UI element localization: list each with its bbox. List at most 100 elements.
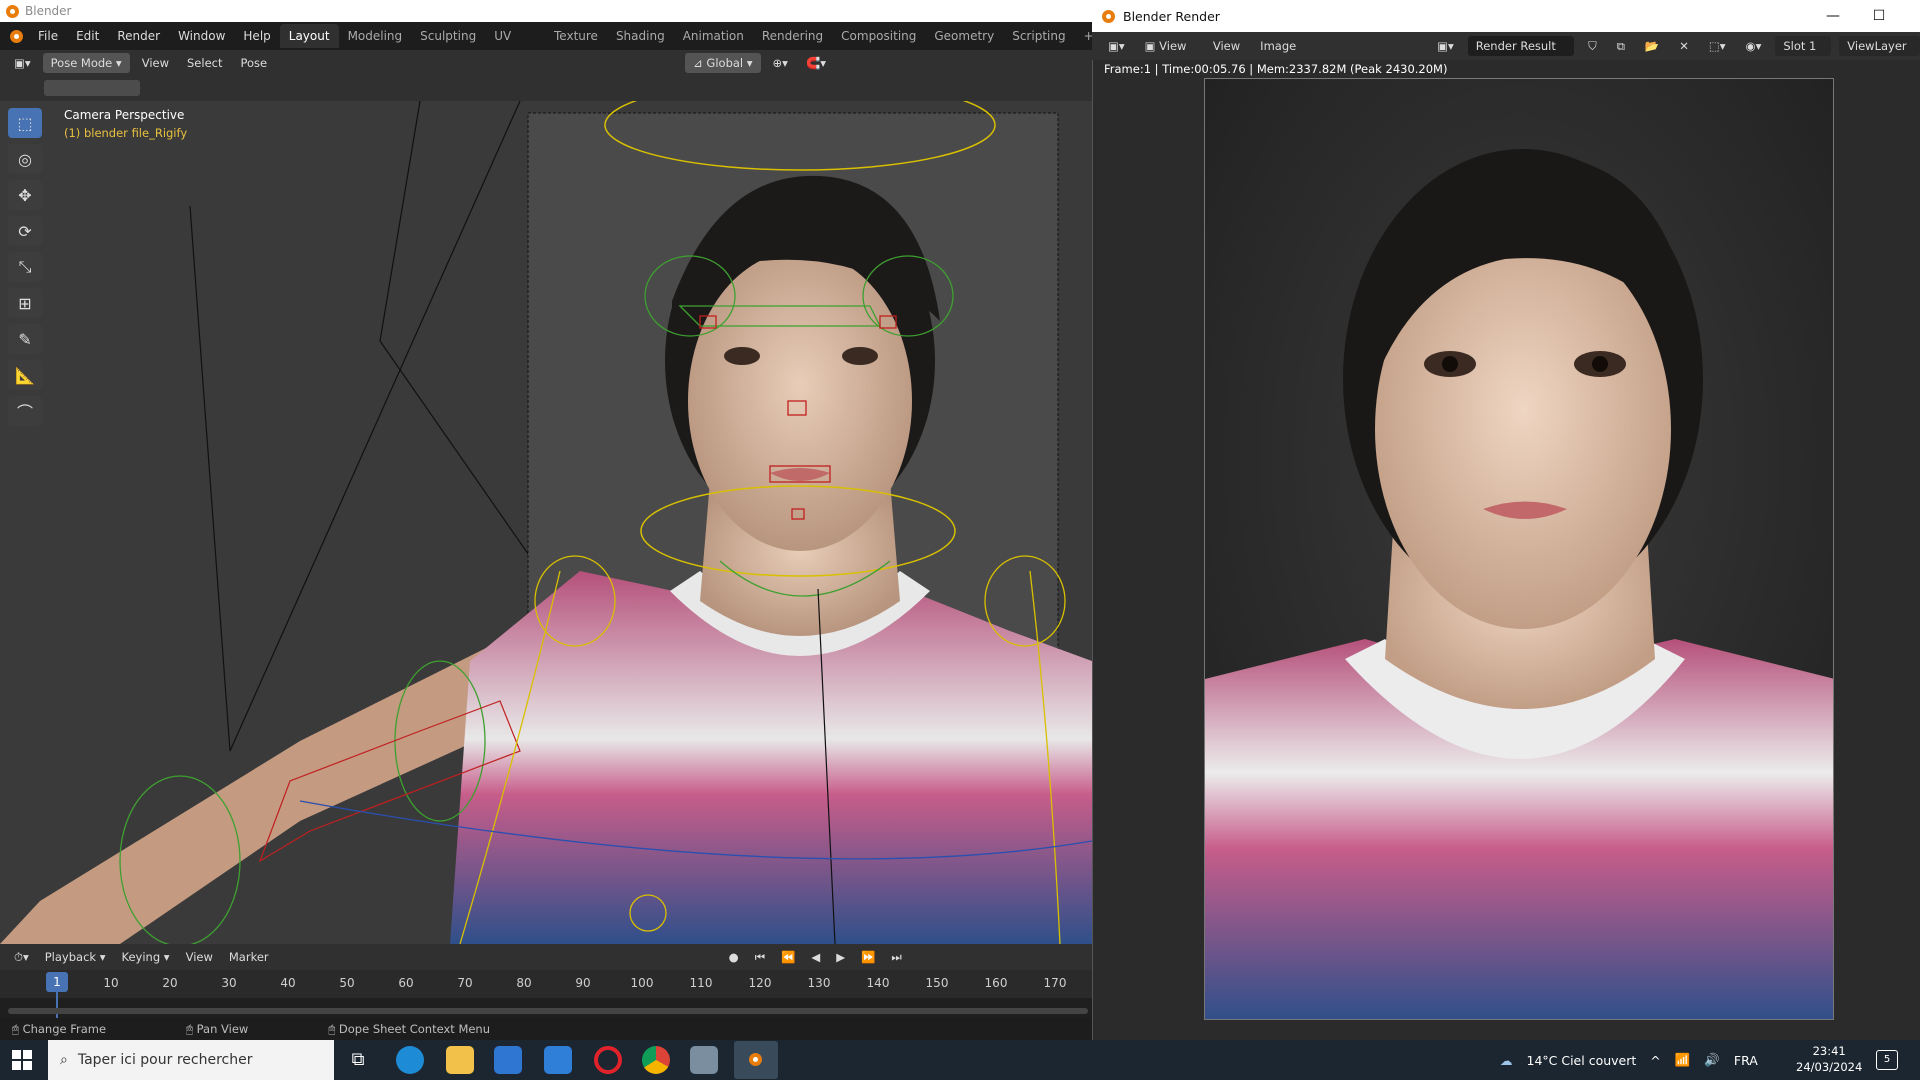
menu-timeline-view[interactable]: View: [180, 947, 219, 967]
viewport-title: Camera Perspective: [64, 108, 185, 122]
view-layer-dropdown[interactable]: ViewLayer ▾: [1839, 36, 1920, 73]
tab-animation[interactable]: Animation: [674, 24, 753, 48]
menu-playback[interactable]: Playback ▾: [39, 947, 112, 967]
menu-edit[interactable]: Edit: [67, 25, 108, 47]
tab-sculpting[interactable]: Sculpting: [411, 24, 485, 48]
select-box-icon[interactable]: ⬚: [8, 108, 42, 138]
pivot-icon[interactable]: ⊕▾: [767, 53, 794, 73]
3d-viewport[interactable]: [0, 101, 1092, 944]
tab-uv-editing[interactable]: UV Editing: [485, 24, 545, 67]
tab-rendering[interactable]: Rendering: [753, 24, 832, 48]
blender-logo-icon: [6, 4, 19, 18]
tab-geometry-nodes[interactable]: Geometry Nodes: [925, 24, 1003, 67]
play-reverse-icon[interactable]: ◀: [805, 947, 826, 967]
menu-view[interactable]: View: [136, 53, 175, 73]
menu-marker[interactable]: Marker: [223, 947, 275, 967]
view-mode-dropdown[interactable]: ▣ View ▾: [1139, 36, 1199, 73]
menu-help[interactable]: Help: [234, 25, 279, 47]
search-placeholder: Taper ici pour rechercher: [77, 1052, 253, 1068]
maximize-icon[interactable]: ☐: [1856, 0, 1902, 32]
tray-expand-icon[interactable]: ^: [1650, 1053, 1660, 1068]
new-image-icon[interactable]: ⧉: [1611, 36, 1631, 56]
weather-text[interactable]: 14°C Ciel couvert: [1527, 1053, 1637, 1068]
start-pane: [12, 1061, 21, 1070]
frame-ruler[interactable]: 10 20 30 40 50 60 70 80 90 100 110 120 1…: [0, 970, 1092, 998]
next-key-icon[interactable]: ⏩: [855, 947, 881, 967]
unlink-icon[interactable]: ✕: [1673, 36, 1695, 56]
sample-tool-icon[interactable]: ⬚▾: [1703, 36, 1732, 56]
prev-key-icon[interactable]: ⏪: [775, 947, 801, 967]
app-window-icon[interactable]: [690, 1046, 718, 1074]
play-icon[interactable]: ▶: [830, 947, 851, 967]
menu-select[interactable]: Select: [181, 53, 228, 73]
tab-scripting[interactable]: Scripting: [1003, 24, 1074, 48]
network-icon[interactable]: 📶: [1675, 1052, 1691, 1068]
system-tray: ☁ 14°C Ciel couvert ^ 📶 🔊 FRA: [1500, 1040, 1758, 1080]
orientation-dropdown[interactable]: ⊿ Global ▾: [685, 52, 761, 73]
render-result-image[interactable]: [1204, 78, 1834, 1020]
open-image-icon[interactable]: 📂: [1639, 36, 1665, 56]
blender-logo-icon: [1102, 9, 1115, 23]
tool-shelf: ⬚ ◎ ✥ ⟳ ⤡ ⊞ ✎ 📐 ⌒: [8, 108, 46, 448]
jump-start-icon[interactable]: ⏮: [749, 947, 771, 967]
tab-shading[interactable]: Shading: [607, 24, 674, 48]
rotate-icon[interactable]: ⟳: [8, 216, 42, 246]
timeline-scrollbar[interactable]: [8, 1008, 1088, 1014]
minimize-icon[interactable]: —: [1810, 0, 1856, 32]
language-indicator[interactable]: FRA: [1734, 1053, 1758, 1068]
select-mode-buttons[interactable]: [44, 80, 140, 96]
jump-end-icon[interactable]: ⏭: [885, 947, 907, 967]
blender-taskbar-button[interactable]: [734, 1041, 778, 1079]
fake-user-icon[interactable]: ⛉: [1582, 36, 1603, 56]
task-view-icon[interactable]: ⧉: [344, 1046, 372, 1074]
tab-compositing[interactable]: Compositing: [832, 24, 925, 48]
menu-image[interactable]: Image: [1254, 36, 1302, 56]
transform-icon[interactable]: ⊞: [8, 288, 42, 318]
menu-keying[interactable]: Keying ▾: [116, 947, 176, 967]
blender-menu-icon[interactable]: [10, 29, 23, 43]
annotate-icon[interactable]: ✎: [8, 324, 42, 354]
render-info-text: Frame:1 | Time:00:05.76 | Mem:2337.82M (…: [1104, 62, 1448, 76]
current-frame-indicator[interactable]: 1: [46, 972, 68, 992]
volume-icon[interactable]: 🔊: [1704, 1052, 1720, 1068]
menu-file[interactable]: File: [29, 25, 67, 47]
slot-label: Slot 1: [1783, 39, 1817, 53]
keying-label: Keying: [121, 950, 161, 964]
edge-browser-icon[interactable]: [396, 1046, 424, 1074]
image-browse-icon[interactable]: ▣▾: [1431, 36, 1460, 56]
mail-icon[interactable]: [544, 1046, 572, 1074]
windows-start-icon[interactable]: [12, 1050, 32, 1070]
viewport-header: ▣▾ Pose Mode ▾ View Select Pose ⊿ Global…: [0, 50, 1092, 75]
chrome-browser-icon[interactable]: [642, 1046, 670, 1074]
clock[interactable]: 23:41 24/03/2024: [1796, 1043, 1862, 1075]
menu-render[interactable]: Render: [108, 25, 169, 47]
move-icon[interactable]: ✥: [8, 180, 42, 210]
image-editor-type-icon[interactable]: ▣▾: [1102, 36, 1131, 56]
bone-icon[interactable]: ⌒: [8, 396, 42, 426]
overlay-icon[interactable]: ◉▾: [1740, 36, 1768, 56]
editor-type-icon[interactable]: ▣▾: [8, 53, 37, 73]
opera-browser-icon[interactable]: [594, 1046, 622, 1074]
weather-icon[interactable]: ☁: [1500, 1053, 1513, 1068]
cursor-icon[interactable]: ◎: [8, 144, 42, 174]
snap-icon[interactable]: 🧲▾: [800, 53, 832, 73]
menu-window[interactable]: Window: [169, 25, 234, 47]
notification-center-icon[interactable]: 5: [1876, 1050, 1898, 1070]
viewport-subheader: [0, 75, 1092, 101]
record-icon[interactable]: ●: [723, 947, 745, 967]
measure-icon[interactable]: 📐: [8, 360, 42, 390]
tab-layout[interactable]: Layout: [279, 24, 339, 48]
menu-pose[interactable]: Pose: [234, 53, 273, 73]
image-name-field[interactable]: Render Result: [1467, 36, 1575, 56]
taskbar-search-box[interactable]: ⌕ Taper ici pour rechercher: [48, 1040, 334, 1080]
frame-tick: 140: [866, 976, 890, 990]
scale-icon[interactable]: ⤡: [8, 252, 42, 282]
microsoft-store-icon[interactable]: [494, 1046, 522, 1074]
tab-texture-paint[interactable]: Texture Paint: [545, 24, 607, 67]
menu-render-view[interactable]: View: [1207, 36, 1246, 56]
mode-dropdown[interactable]: Pose Mode ▾: [42, 52, 130, 73]
slot-dropdown[interactable]: Slot 1 ▾: [1775, 36, 1832, 73]
timeline-editor-icon[interactable]: ⏱▾: [8, 947, 35, 967]
file-explorer-icon[interactable]: [446, 1046, 474, 1074]
tab-modeling[interactable]: Modeling: [339, 24, 412, 48]
